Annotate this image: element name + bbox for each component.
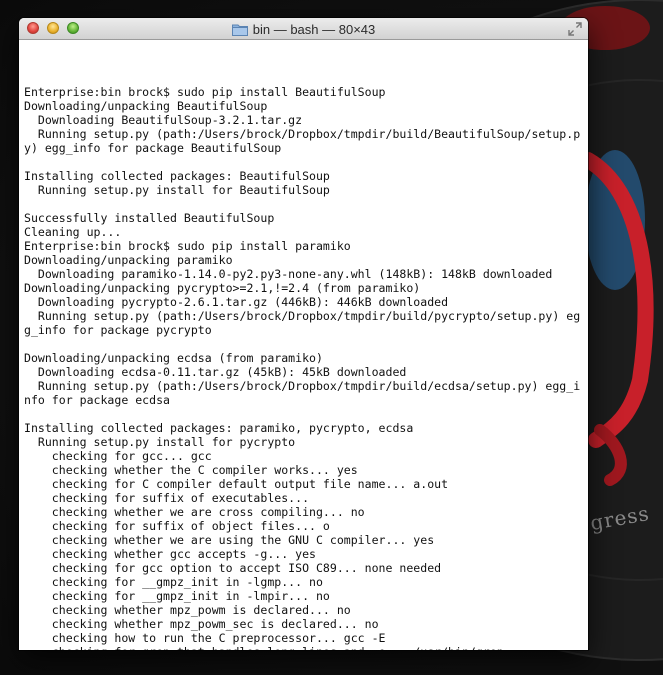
terminal-line: Enterprise:bin brock$ sudo pip install p… (24, 239, 351, 253)
terminal-line: checking for __gmpz_init in -lmpir... no (24, 589, 330, 603)
terminal-line: checking for gcc option to accept ISO C8… (24, 561, 442, 575)
terminal-line: Running setup.py install for pycrypto (24, 435, 296, 449)
terminal-line: Downloading/unpacking BeautifulSoup (24, 99, 268, 113)
terminal-line: Running setup.py (path:/Users/brock/Drop… (24, 309, 581, 323)
terminal-line: Downloading/unpacking pycrypto>=2.1,!=2.… (24, 281, 421, 295)
terminal-line: checking whether gcc accepts -g... yes (24, 547, 316, 561)
terminal-window: bin — bash — 80×43 Enterprise:bin brock$… (19, 18, 588, 650)
folder-icon (231, 24, 248, 36)
window-title: bin — bash — 80×43 (252, 21, 376, 37)
terminal-line: checking whether the C compiler works...… (24, 463, 358, 477)
terminal-line: Enterprise:bin brock$ sudo pip install B… (24, 85, 386, 99)
terminal-line: checking whether we are using the GNU C … (24, 533, 435, 547)
terminal-line: Cleaning up... (24, 225, 122, 239)
terminal-line: Running setup.py (path:/Users/brock/Drop… (24, 127, 581, 141)
terminal-line: checking for grep that handles long line… (24, 645, 588, 650)
terminal-line: Successfully installed BeautifulSoup (24, 211, 275, 225)
terminal-line: checking for __gmpz_init in -lgmp... no (24, 575, 323, 589)
terminal-line: Downloading BeautifulSoup-3.2.1.tar.gz (24, 113, 303, 127)
window-title-group: bin — bash — 80×43 (19, 20, 588, 38)
terminal-line: nfo for package ecdsa (24, 393, 170, 407)
terminal-output: Enterprise:bin brock$ sudo pip install B… (19, 40, 588, 650)
terminal-line: Downloading ecdsa-0.11.tar.gz (45kB): 45… (24, 365, 407, 379)
terminal-line: checking whether mpz_powm_sec is declare… (24, 617, 379, 631)
terminal-line: Running setup.py (path:/Users/brock/Drop… (24, 379, 581, 393)
terminal-line: Installing collected packages: paramiko,… (24, 421, 414, 435)
terminal-line: Downloading pycrypto-2.6.1.tar.gz (446kB… (24, 295, 449, 309)
terminal-line: Downloading/unpacking paramiko (24, 253, 233, 267)
terminal-line: checking for C compiler default output f… (24, 477, 449, 491)
terminal-line: checking for suffix of object files... o (24, 519, 330, 533)
title-bar[interactable]: bin — bash — 80×43 (19, 18, 588, 40)
terminal-line: checking whether mpz_powm is declared...… (24, 603, 351, 617)
fullscreen-icon[interactable] (568, 22, 582, 36)
terminal-line: Downloading/unpacking ecdsa (from parami… (24, 351, 323, 365)
terminal-line: g_info for package pycrypto (24, 323, 212, 337)
terminal-line: checking whether we are cross compiling.… (24, 505, 365, 519)
terminal-line: Installing collected packages: Beautiful… (24, 169, 330, 183)
terminal-line: checking how to run the C preprocessor..… (24, 631, 386, 645)
terminal-line: Running setup.py install for BeautifulSo… (24, 183, 330, 197)
terminal-line: checking for suffix of executables... (24, 491, 310, 505)
terminal-line: checking for gcc... gcc (24, 449, 212, 463)
terminal-line: Downloading paramiko-1.14.0-py2.py3-none… (24, 267, 553, 281)
terminal-line: y) egg_info for package BeautifulSoup (24, 141, 282, 155)
terminal-content[interactable]: Enterprise:bin brock$ sudo pip install B… (19, 40, 588, 650)
